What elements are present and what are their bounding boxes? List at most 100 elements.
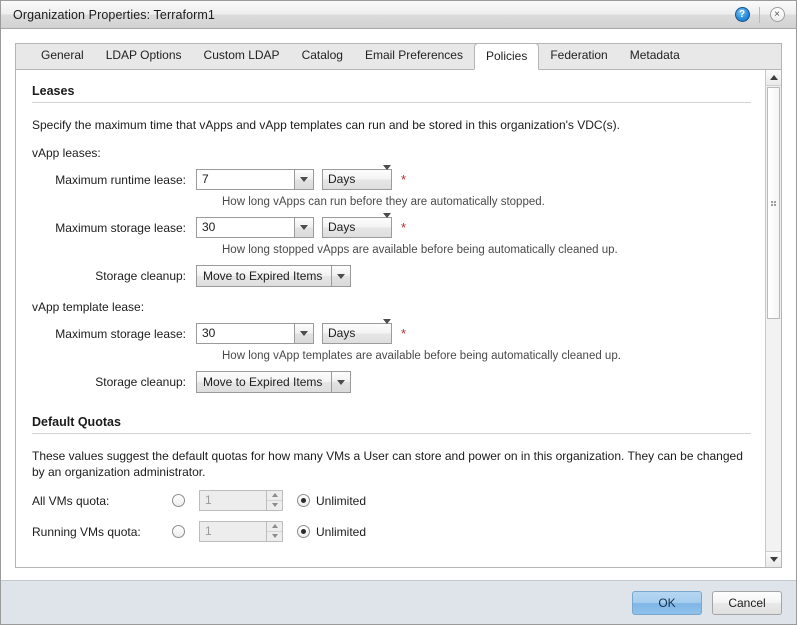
tab-federation[interactable]: Federation bbox=[539, 43, 618, 69]
scrollbar-thumb[interactable] bbox=[767, 87, 780, 319]
vapp-leases-group-label: vApp leases: bbox=[32, 146, 101, 160]
tab-metadata[interactable]: Metadata bbox=[619, 43, 691, 69]
policies-scroll-viewport: Leases Specify the maximum time that vAp… bbox=[16, 70, 765, 567]
all-vms-quota-value[interactable]: 1 bbox=[200, 491, 266, 510]
running-vms-quota-value[interactable]: 1 bbox=[200, 522, 266, 541]
storage-cleanup-row: Storage cleanup: Move to Expired Items bbox=[16, 265, 765, 287]
tab-ldap-options[interactable]: LDAP Options bbox=[95, 43, 193, 69]
leases-description: Specify the maximum time that vApps and … bbox=[32, 118, 620, 132]
all-vms-quota-decrement-button[interactable] bbox=[267, 501, 282, 511]
storage-lease-unit-dropdown-button[interactable] bbox=[383, 213, 391, 237]
titlebar-separator bbox=[759, 6, 760, 23]
template-storage-cleanup-value: Move to Expired Items bbox=[203, 375, 323, 389]
storage-cleanup-value: Move to Expired Items bbox=[203, 269, 323, 283]
runtime-lease-unit-value: Days bbox=[328, 172, 356, 186]
chevron-down-icon bbox=[300, 225, 308, 230]
all-vms-quota-stepper-buttons bbox=[266, 491, 282, 510]
scroll-down-icon bbox=[769, 557, 778, 562]
running-vms-quota-row: Running VMs quota: 1 Unlimited bbox=[16, 521, 765, 542]
storage-cleanup-combo[interactable]: Move to Expired Items bbox=[196, 265, 351, 287]
template-storage-lease-combo[interactable]: 30 bbox=[196, 323, 314, 344]
cancel-button[interactable]: Cancel bbox=[712, 590, 782, 615]
storage-cleanup-label: Storage cleanup: bbox=[95, 269, 186, 283]
runtime-lease-row: Maximum runtime lease: 7 Days * bbox=[16, 165, 765, 190]
scroll-up-button[interactable] bbox=[766, 70, 781, 86]
all-vms-quota-unlimited-radio[interactable] bbox=[297, 494, 310, 507]
storage-lease-label: Maximum storage lease: bbox=[55, 220, 186, 235]
chevron-down-icon bbox=[300, 177, 308, 182]
vertical-scrollbar[interactable] bbox=[765, 70, 781, 567]
ok-button[interactable]: OK bbox=[632, 590, 702, 615]
running-vms-quota-unlimited-label: Unlimited bbox=[316, 524, 367, 539]
all-vms-quota-row: All VMs quota: 1 Unlimited bbox=[16, 490, 765, 511]
template-storage-lease-unit-dropdown-button[interactable] bbox=[383, 319, 391, 343]
all-vms-quota-label: All VMs quota: bbox=[32, 493, 110, 508]
tab-bar: General LDAP Options Custom LDAP Catalog… bbox=[15, 43, 782, 70]
tab-general[interactable]: General bbox=[30, 43, 95, 69]
quotas-description: These values suggest the default quotas … bbox=[32, 449, 743, 479]
close-icon: × bbox=[769, 7, 785, 22]
tab-email-preferences[interactable]: Email Preferences bbox=[354, 43, 474, 69]
storage-lease-row: Maximum storage lease: 30 Days * bbox=[16, 213, 765, 238]
scroll-up-icon bbox=[769, 75, 778, 80]
chevron-down-icon bbox=[337, 273, 345, 279]
help-button[interactable]: ? bbox=[729, 2, 755, 28]
storage-lease-dropdown-button[interactable] bbox=[294, 218, 313, 237]
runtime-lease-unit-dropdown-button[interactable] bbox=[383, 165, 391, 189]
chevron-down-icon bbox=[383, 165, 391, 184]
tab-policies[interactable]: Policies bbox=[473, 43, 540, 70]
running-vms-quota-unlimited-option[interactable]: Unlimited bbox=[297, 525, 366, 539]
all-vms-quota-stepper[interactable]: 1 bbox=[199, 490, 283, 511]
template-storage-cleanup-row: Storage cleanup: Move to Expired Items bbox=[16, 371, 765, 393]
storage-lease-combo[interactable]: 30 bbox=[196, 217, 314, 238]
triangle-up-icon bbox=[271, 493, 278, 498]
quotas-section-title: Default Quotas bbox=[32, 415, 121, 429]
storage-lease-unit-value: Days bbox=[328, 220, 356, 234]
template-storage-lease-label: Maximum storage lease: bbox=[55, 326, 186, 341]
runtime-lease-combo[interactable]: 7 bbox=[196, 169, 314, 190]
runtime-lease-value[interactable]: 7 bbox=[197, 170, 294, 189]
template-storage-lease-unit-combo[interactable]: Days bbox=[322, 319, 392, 344]
organization-properties-dialog: Organization Properties: Terraform1 ? × … bbox=[0, 0, 797, 625]
template-storage-lease-value[interactable]: 30 bbox=[197, 324, 294, 343]
template-storage-cleanup-dropdown-button[interactable] bbox=[331, 372, 350, 392]
storage-cleanup-dropdown-button[interactable] bbox=[331, 266, 350, 286]
all-vms-quota-increment-button[interactable] bbox=[267, 491, 282, 501]
chevron-down-icon bbox=[337, 379, 345, 385]
leases-section-divider bbox=[32, 102, 751, 103]
triangle-down-icon bbox=[271, 534, 278, 539]
template-storage-cleanup-label: Storage cleanup: bbox=[95, 375, 186, 389]
template-storage-lease-row: Maximum storage lease: 30 Days * bbox=[16, 319, 765, 344]
titlebar-actions: ? × bbox=[729, 2, 790, 28]
leases-section-title: Leases bbox=[32, 84, 75, 98]
template-storage-lease-unit-value: Days bbox=[328, 326, 356, 340]
scrollbar-grip-icon bbox=[771, 200, 776, 206]
quotas-section-divider bbox=[32, 433, 751, 434]
policies-panel: Leases Specify the maximum time that vAp… bbox=[15, 69, 782, 568]
running-vms-quota-stepper[interactable]: 1 bbox=[199, 521, 283, 542]
tab-custom-ldap[interactable]: Custom LDAP bbox=[193, 43, 291, 69]
template-storage-lease-required-marker: * bbox=[401, 326, 407, 341]
template-storage-lease-dropdown-button[interactable] bbox=[294, 324, 313, 343]
dialog-footer: OK Cancel bbox=[1, 580, 796, 624]
storage-lease-value[interactable]: 30 bbox=[197, 218, 294, 237]
triangle-up-icon bbox=[271, 524, 278, 529]
runtime-lease-dropdown-button[interactable] bbox=[294, 170, 313, 189]
template-storage-cleanup-combo[interactable]: Move to Expired Items bbox=[196, 371, 351, 393]
tab-catalog[interactable]: Catalog bbox=[291, 43, 354, 69]
running-vms-quota-decrement-button[interactable] bbox=[267, 532, 282, 542]
all-vms-quota-unlimited-option[interactable]: Unlimited bbox=[297, 494, 366, 508]
running-vms-quota-unlimited-radio[interactable] bbox=[297, 525, 310, 538]
dialog-titlebar: Organization Properties: Terraform1 ? × bbox=[1, 1, 796, 29]
scroll-down-button[interactable] bbox=[766, 551, 781, 567]
running-vms-quota-increment-button[interactable] bbox=[267, 522, 282, 532]
storage-lease-unit-combo[interactable]: Days bbox=[322, 213, 392, 238]
runtime-lease-hint: How long vApps can run before they are a… bbox=[222, 196, 545, 208]
all-vms-quota-value-radio[interactable] bbox=[172, 494, 185, 507]
chevron-down-icon bbox=[383, 213, 391, 232]
running-vms-quota-value-radio[interactable] bbox=[172, 525, 185, 538]
tab-bar-wrapper: General LDAP Options Custom LDAP Catalog… bbox=[1, 29, 796, 70]
runtime-lease-unit-combo[interactable]: Days bbox=[322, 165, 392, 190]
storage-lease-hint: How long stopped vApps are available bef… bbox=[222, 244, 618, 256]
close-button[interactable]: × bbox=[764, 2, 790, 28]
